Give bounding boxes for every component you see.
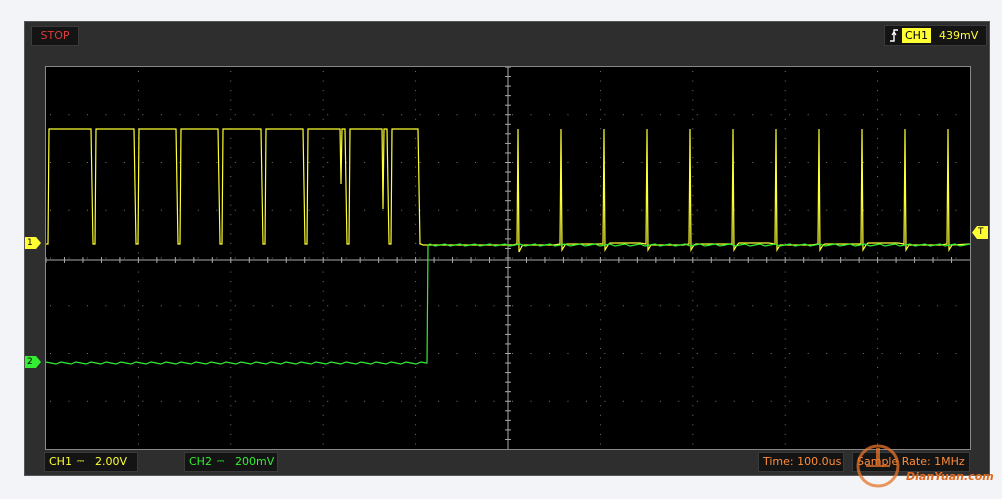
trigger-level-marker[interactable]: T xyxy=(972,226,988,239)
ch1-marker-label: 1 xyxy=(27,238,33,248)
ch1-label: CH1 xyxy=(49,455,72,468)
rising-edge-icon xyxy=(890,29,898,42)
trigger-source: CH1 xyxy=(902,28,931,43)
timebase-box[interactable]: Time: 100.0us xyxy=(758,452,844,472)
dianyuan-logo-icon xyxy=(856,444,900,488)
ch2-marker-label: 2 xyxy=(27,357,33,367)
trigger-marker-label: T xyxy=(978,227,984,237)
run-status-indicator[interactable]: STOP xyxy=(31,26,79,46)
watermark: DianYuan.com xyxy=(852,440,1002,499)
ch1-scale-box[interactable]: CH1 ⎓ 2.00V xyxy=(44,452,138,472)
timebase-value: Time: 100.0us xyxy=(763,455,842,468)
waveform-display[interactable] xyxy=(45,66,971,450)
ch2-scale-box[interactable]: CH2 ⎓ 200mV xyxy=(184,452,278,472)
dc-coupling-icon: ⎓ xyxy=(77,457,84,467)
ch2-scale: 200mV xyxy=(235,455,275,468)
graticule xyxy=(46,67,970,449)
watermark-site: DianYuan.com xyxy=(906,470,994,483)
waveform-canvas xyxy=(46,67,970,449)
ch2-label: CH2 xyxy=(189,455,212,468)
ch1-scale: 2.00V xyxy=(95,455,128,468)
dc-coupling-icon: ⎓ xyxy=(217,457,224,467)
ch2-offset-marker[interactable]: 2 xyxy=(25,356,41,368)
trigger-level: 439mV xyxy=(939,29,979,42)
trigger-info[interactable]: CH1 439mV xyxy=(884,25,987,46)
ch1-offset-marker[interactable]: 1 xyxy=(25,237,41,249)
